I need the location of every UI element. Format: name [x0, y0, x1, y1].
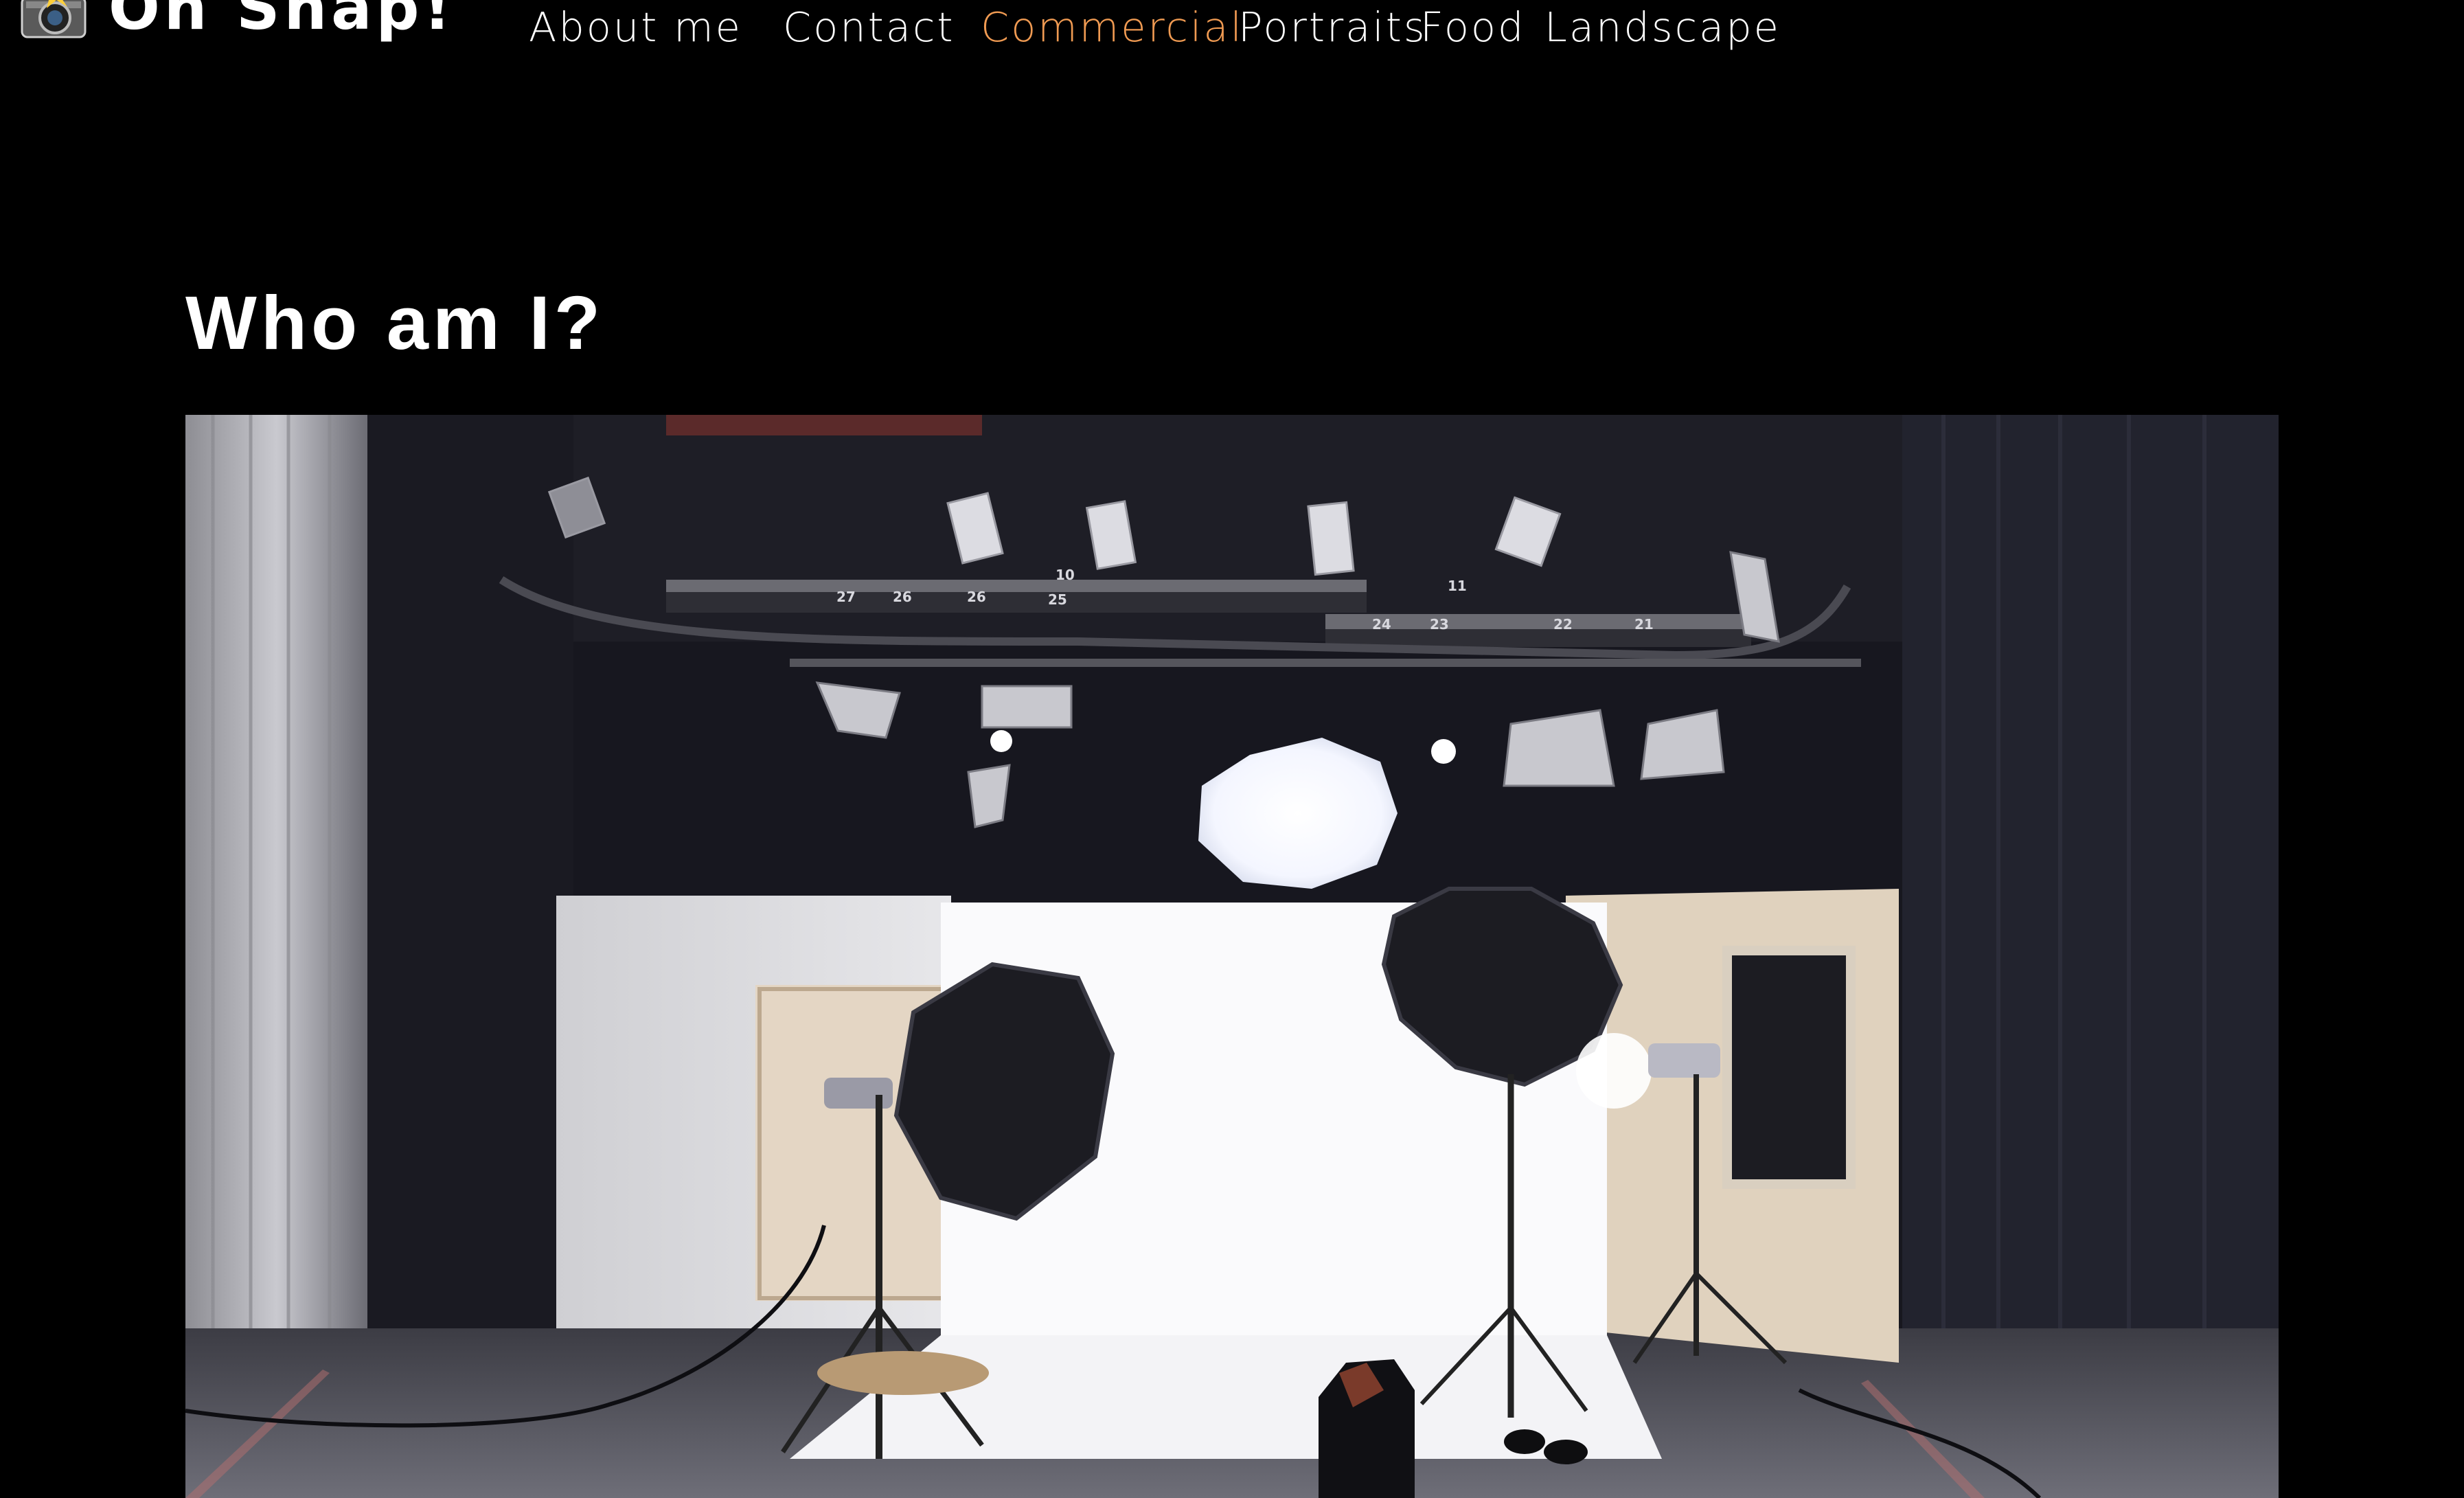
nav-item-food[interactable]: Food — [1420, 5, 1525, 50]
nav-item-contact[interactable]: Contact — [783, 5, 955, 50]
nav-item-landscape[interactable]: Landscape — [1544, 5, 1781, 50]
rig-number: 22 — [1553, 616, 1573, 633]
page-title: Who am I? — [185, 281, 605, 365]
rig-number: 26 — [967, 589, 986, 605]
hero-image: 27 26 26 25 10 11 24 23 22 21 — [185, 415, 2279, 1498]
rig-number: 24 — [1372, 616, 1391, 633]
site-header: Oh Snap! About me Contact Commercial Por… — [0, 0, 2464, 76]
rig-number: 27 — [836, 589, 856, 605]
rig-number: 23 — [1430, 616, 1449, 633]
rig-number: 26 — [893, 589, 912, 605]
rig-number: 21 — [1634, 616, 1654, 633]
studio-photo: 27 26 26 25 10 11 24 23 22 21 — [185, 415, 2279, 1498]
rig-number: 25 — [1048, 591, 1067, 608]
nav-item-portraits[interactable]: Portraits — [1238, 5, 1427, 50]
camera-flash-icon — [21, 0, 87, 38]
nav-item-commercial[interactable]: Commercial — [981, 5, 1244, 50]
brand-logo[interactable]: Oh Snap! — [19, 0, 455, 40]
rig-number: 11 — [1448, 578, 1467, 594]
nav-item-about-me[interactable]: About me — [529, 5, 742, 50]
rig-number: 10 — [1056, 567, 1075, 583]
brand-name: Oh Snap! — [109, 0, 455, 43]
